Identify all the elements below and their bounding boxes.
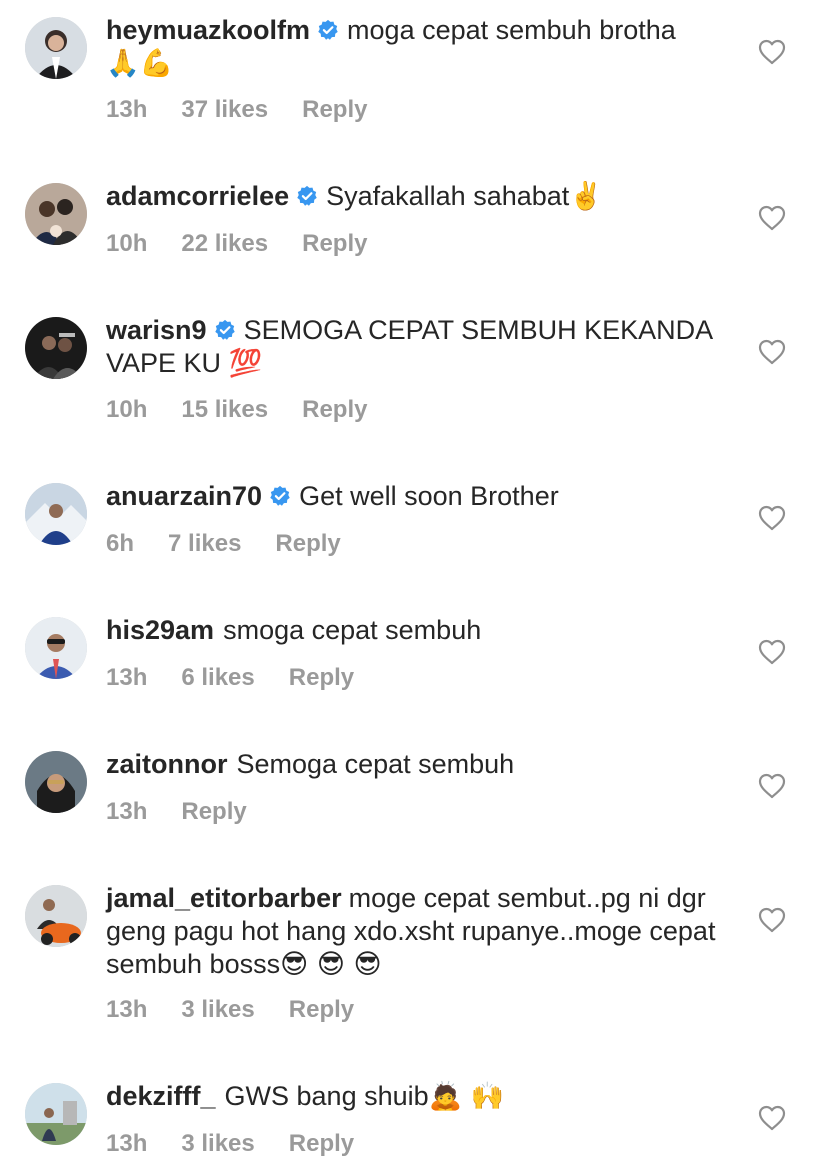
comment-body: his29am smoga cepat sembuh — [106, 614, 726, 647]
avatar[interactable] — [25, 617, 87, 679]
comment-body: anuarzain70 Get well soon Brother — [106, 480, 726, 513]
reply-button[interactable]: Reply — [289, 996, 354, 1023]
comment-text: smoga cepat sembuh — [223, 615, 482, 645]
comment-likes[interactable]: 15 likes — [181, 396, 268, 423]
heart-outline-icon[interactable] — [758, 639, 786, 665]
comment-body: adamcorrielee Syafakallah sahabat✌️ — [106, 180, 726, 213]
reply-button[interactable]: Reply — [302, 396, 367, 423]
comment-emoji: ✌️ — [569, 181, 603, 212]
comment-meta: 13h 3 likes Reply — [106, 996, 388, 1024]
avatar[interactable] — [25, 1083, 87, 1145]
comment-likes[interactable]: 3 likes — [181, 996, 254, 1023]
avatar[interactable] — [25, 183, 87, 245]
avatar[interactable] — [25, 751, 87, 813]
avatar[interactable] — [25, 885, 87, 947]
comment-time: 10h — [106, 396, 148, 423]
comment-text: GWS bang shuib — [224, 1081, 429, 1111]
comment-time: 13h — [106, 996, 148, 1023]
reply-button[interactable]: Reply — [289, 664, 354, 691]
comment-meta: 10h 22 likes Reply — [106, 230, 401, 258]
comment-time: 13h — [106, 1130, 148, 1157]
comment-emoji: 🙏💪 — [106, 48, 174, 79]
comment-username[interactable]: dekzifff_ — [106, 1081, 216, 1111]
avatar[interactable] — [25, 317, 87, 379]
avatar[interactable] — [25, 483, 87, 545]
comment-time: 13h — [106, 798, 148, 825]
comment-username[interactable]: adamcorrielee — [106, 181, 289, 211]
reply-button[interactable]: Reply — [181, 798, 246, 825]
comment-time: 13h — [106, 96, 148, 123]
comment-text: Syafakallah sahabat — [326, 181, 570, 211]
heart-outline-icon[interactable] — [758, 773, 786, 799]
comment-meta: 13h 6 likes Reply — [106, 664, 388, 692]
comment-body: dekzifff_ GWS bang shuib🙇 🙌 — [106, 1080, 726, 1113]
comment-username[interactable]: heymuazkoolfm — [106, 15, 310, 45]
comment-likes[interactable]: 37 likes — [181, 96, 268, 123]
heart-outline-icon[interactable] — [758, 1105, 786, 1131]
comment-body: jamal_etitorbarber moge cepat sembut..pg … — [106, 882, 726, 981]
comment-username[interactable]: zaitonnor — [106, 749, 228, 779]
reply-button[interactable]: Reply — [302, 96, 367, 123]
comment-username[interactable]: warisn9 — [106, 315, 207, 345]
heart-outline-icon[interactable] — [758, 907, 786, 933]
comment-likes[interactable]: 3 likes — [181, 1130, 254, 1157]
heart-outline-icon[interactable] — [758, 205, 786, 231]
verified-badge-icon — [318, 19, 338, 40]
comment-meta: 13h Reply — [106, 798, 281, 826]
verified-badge-icon — [214, 319, 235, 340]
reply-button[interactable]: Reply — [289, 1130, 354, 1157]
comment-emoji: 😎 😎 😎 — [280, 949, 382, 980]
comment-emoji: 💯 — [228, 348, 263, 379]
comment-likes[interactable]: 6 likes — [181, 664, 254, 691]
comment-meta: 13h 37 likes Reply — [106, 96, 401, 124]
comment-body: heymuazkoolfm moga cepat sembuh brotha 🙏💪 — [106, 14, 726, 80]
comment-username[interactable]: anuarzain70 — [106, 481, 262, 511]
comment-text: moga cepat sembuh brotha — [347, 15, 676, 45]
comment-body: zaitonnor Semoga cepat sembuh — [106, 748, 726, 781]
avatar[interactable] — [25, 17, 87, 79]
comment-emoji: 🙇 🙌 — [428, 1081, 505, 1112]
comment-likes[interactable]: 7 likes — [168, 530, 241, 557]
comment-likes[interactable]: 22 likes — [181, 230, 268, 257]
reply-button[interactable]: Reply — [302, 230, 367, 257]
comment-username[interactable]: his29am — [106, 615, 214, 645]
comment-meta: 10h 15 likes Reply — [106, 396, 401, 424]
comment-body: warisn9 SEMOGA CEPAT SEMBUH KEKANDA VAPE … — [106, 314, 726, 380]
verified-badge-icon — [297, 185, 317, 206]
reply-button[interactable]: Reply — [275, 530, 340, 557]
comment-meta: 6h 7 likes Reply — [106, 530, 375, 558]
verified-badge-icon — [270, 485, 290, 506]
heart-outline-icon[interactable] — [758, 339, 786, 365]
comment-text: Get well soon Brother — [299, 481, 559, 511]
comment-text: Semoga cepat sembuh — [236, 749, 515, 779]
comment-time: 13h — [106, 664, 148, 691]
comment-time: 6h — [106, 530, 135, 557]
heart-outline-icon[interactable] — [758, 505, 786, 531]
comment-time: 10h — [106, 230, 148, 257]
heart-outline-icon[interactable] — [758, 39, 786, 65]
comment-meta: 13h 3 likes Reply — [106, 1130, 388, 1158]
comment-username[interactable]: jamal_etitorbarber — [106, 883, 342, 913]
